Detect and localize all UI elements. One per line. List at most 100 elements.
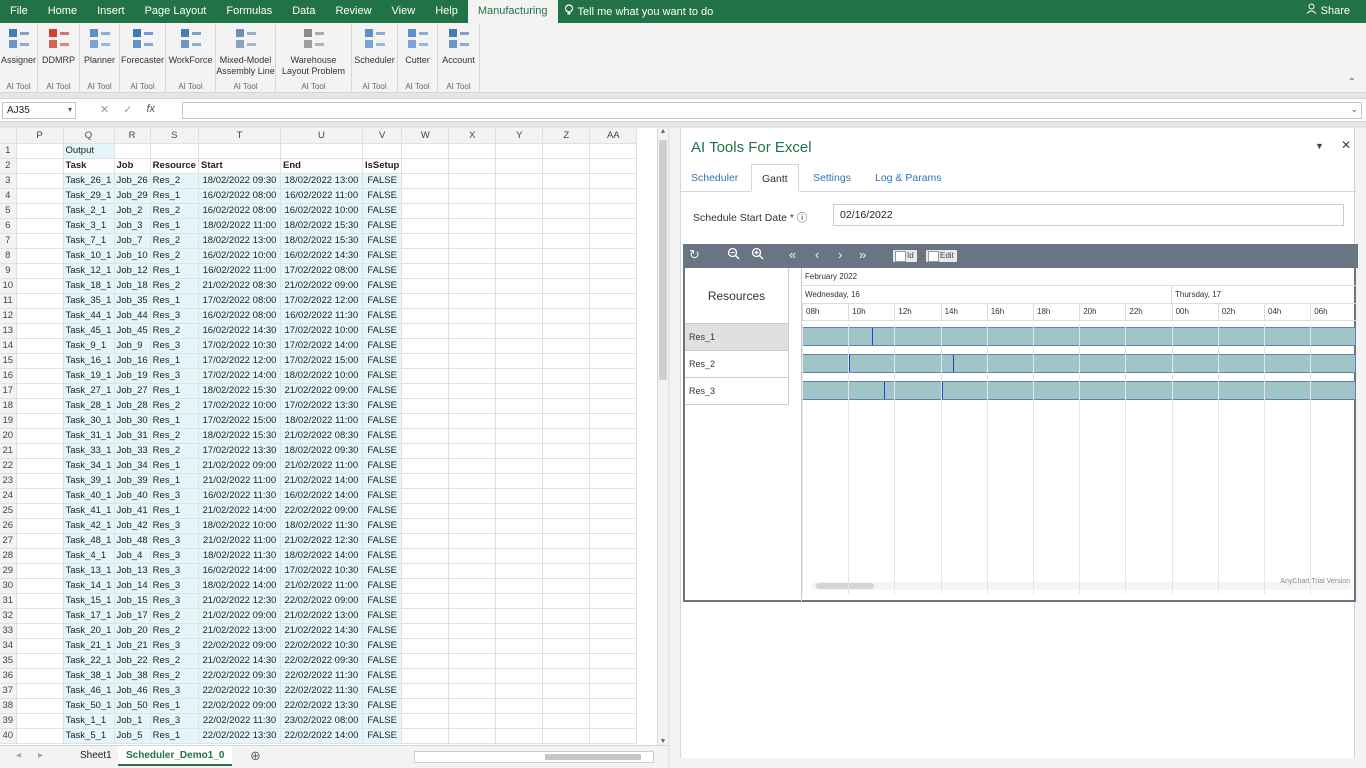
cell[interactable] — [16, 698, 64, 714]
cell[interactable] — [542, 668, 591, 684]
cell[interactable] — [401, 593, 450, 609]
cell[interactable] — [542, 458, 591, 474]
cell[interactable] — [401, 653, 450, 669]
cell[interactable] — [495, 503, 544, 519]
cell[interactable] — [448, 293, 497, 309]
data-cell[interactable]: 21/02/2022 12:30 — [280, 533, 363, 549]
data-cell[interactable]: Task_18_1 — [63, 278, 115, 294]
data-cell[interactable]: Res_1 — [150, 458, 199, 474]
close-icon[interactable]: ✕ — [1341, 138, 1351, 152]
cell[interactable] — [589, 668, 638, 684]
prev-page-icon[interactable]: ‹ — [815, 247, 819, 262]
cutter-button[interactable]: Cutter — [398, 26, 437, 66]
cell[interactable] — [448, 473, 497, 489]
row-header[interactable]: 7 — [0, 233, 17, 249]
cell[interactable] — [495, 563, 544, 579]
data-cell[interactable]: 18/02/2022 11:00 — [280, 413, 363, 429]
cell[interactable] — [16, 308, 64, 324]
resource-row-res_3[interactable]: Res_3 — [685, 378, 789, 405]
cell[interactable] — [589, 203, 638, 219]
cell[interactable] — [448, 503, 497, 519]
cell[interactable] — [448, 683, 497, 699]
cell[interactable] — [542, 443, 591, 459]
cell[interactable] — [495, 263, 544, 279]
data-cell[interactable]: Job_31 — [114, 428, 151, 444]
data-cell[interactable]: 22/02/2022 10:30 — [198, 683, 281, 699]
data-cell[interactable]: 21/02/2022 11:00 — [198, 473, 281, 489]
data-cell[interactable]: FALSE — [362, 278, 403, 294]
cell[interactable] — [16, 458, 64, 474]
cell[interactable] — [448, 233, 497, 249]
cell[interactable] — [448, 698, 497, 714]
data-cell[interactable]: Job_45 — [114, 323, 151, 339]
data-cell[interactable]: Task_39_1 — [63, 473, 115, 489]
row-header[interactable]: 26 — [0, 518, 17, 534]
tab-settings[interactable]: Settings — [803, 164, 861, 192]
data-cell[interactable]: 21/02/2022 11:00 — [280, 458, 363, 474]
data-cell[interactable]: FALSE — [362, 503, 403, 519]
cell[interactable] — [542, 548, 591, 564]
cell[interactable] — [16, 353, 64, 369]
data-cell[interactable]: Task_1_1 — [63, 713, 115, 729]
data-cell[interactable]: Job_21 — [114, 638, 151, 654]
data-cell[interactable]: 18/02/2022 11:30 — [198, 548, 281, 564]
data-cell[interactable]: Job_22 — [114, 653, 151, 669]
data-cell[interactable]: Task_48_1 — [63, 533, 115, 549]
data-cell[interactable]: Job_46 — [114, 683, 151, 699]
cell[interactable] — [16, 368, 64, 384]
data-cell[interactable]: Job_40 — [114, 488, 151, 504]
cell[interactable] — [495, 683, 544, 699]
cell[interactable] — [589, 278, 638, 294]
cell[interactable] — [495, 623, 544, 639]
data-cell[interactable]: 16/02/2022 08:00 — [198, 308, 281, 324]
warehouse-button[interactable]: Warehouse Layout Problem — [276, 26, 351, 77]
data-cell[interactable]: FALSE — [362, 488, 403, 504]
cell[interactable] — [448, 428, 497, 444]
row-header[interactable]: 36 — [0, 668, 17, 684]
data-cell[interactable]: Job_28 — [114, 398, 151, 414]
cell[interactable] — [589, 143, 638, 159]
data-cell[interactable]: Res_1 — [150, 188, 199, 204]
cell[interactable] — [401, 383, 450, 399]
cell[interactable] — [542, 533, 591, 549]
data-cell[interactable]: 16/02/2022 14:30 — [198, 323, 281, 339]
data-cell[interactable]: FALSE — [362, 608, 403, 624]
data-cell[interactable]: FALSE — [362, 653, 403, 669]
cell[interactable] — [542, 623, 591, 639]
data-cell[interactable]: 17/02/2022 13:30 — [198, 443, 281, 459]
data-cell[interactable]: 18/02/2022 15:30 — [280, 218, 363, 234]
cell[interactable] — [542, 503, 591, 519]
cell[interactable] — [542, 473, 591, 489]
column-title-cell[interactable]: IsSetup — [362, 158, 403, 174]
data-cell[interactable]: FALSE — [362, 233, 403, 249]
data-cell[interactable]: 16/02/2022 14:30 — [280, 248, 363, 264]
cell[interactable] — [448, 713, 497, 729]
data-cell[interactable]: Res_3 — [150, 338, 199, 354]
data-cell[interactable]: Job_7 — [114, 233, 151, 249]
data-cell[interactable]: 22/02/2022 13:30 — [280, 698, 363, 714]
cell[interactable] — [542, 383, 591, 399]
cell[interactable] — [542, 158, 591, 174]
column-header[interactable]: S — [150, 128, 199, 144]
data-cell[interactable]: Task_27_1 — [63, 383, 115, 399]
data-cell[interactable]: Task_34_1 — [63, 458, 115, 474]
cell[interactable] — [542, 638, 591, 654]
cell[interactable] — [495, 728, 544, 744]
data-cell[interactable]: Job_41 — [114, 503, 151, 519]
column-header[interactable]: V — [362, 128, 403, 144]
data-cell[interactable]: Task_28_1 — [63, 398, 115, 414]
data-cell[interactable]: 17/02/2022 08:00 — [280, 263, 363, 279]
refresh-icon[interactable]: ↻ — [689, 247, 700, 263]
data-cell[interactable]: 21/02/2022 14:30 — [280, 623, 363, 639]
data-cell[interactable]: 18/02/2022 10:00 — [280, 368, 363, 384]
cell[interactable] — [542, 293, 591, 309]
data-cell[interactable]: FALSE — [362, 578, 403, 594]
cell[interactable] — [401, 173, 450, 189]
data-cell[interactable]: Res_1 — [150, 728, 199, 744]
cell[interactable] — [495, 308, 544, 324]
cell[interactable] — [448, 638, 497, 654]
cell[interactable] — [401, 683, 450, 699]
cell[interactable] — [401, 293, 450, 309]
data-cell[interactable]: Res_1 — [150, 383, 199, 399]
cell[interactable] — [495, 578, 544, 594]
